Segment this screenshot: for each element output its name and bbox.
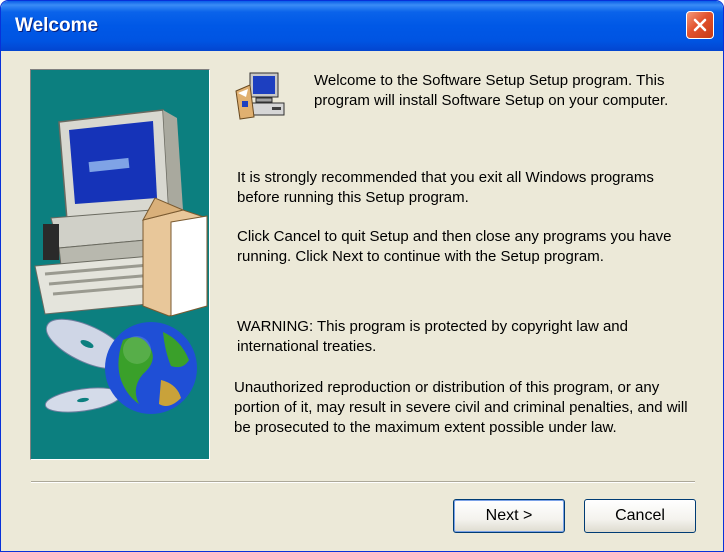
close-button[interactable] [686,11,714,39]
penalties-text: Unauthorized reproduction or distributio… [234,379,688,436]
instructions-text: Click Cancel to quit Setup and then clos… [237,228,672,265]
button-separator [31,481,695,483]
setup-computer-icon [235,72,285,120]
intro-text: Welcome to the Software Setup Setup prog… [314,72,669,109]
next-button[interactable]: Next > [453,499,565,533]
window-title: Welcome [15,15,99,36]
title-bar[interactable]: Welcome [1,1,723,51]
cancel-button[interactable]: Cancel [584,499,696,533]
computer-cd-globe-illustration [34,109,208,414]
close-icon [693,18,707,32]
setup-welcome-dialog: Welcome Welcome to the Software Setup Se… [0,0,724,552]
side-illustration-panel [30,69,210,460]
warning-text: WARNING: This program is protected by co… [237,318,628,355]
recommendation-text: It is strongly recommended that you exit… [237,169,654,206]
